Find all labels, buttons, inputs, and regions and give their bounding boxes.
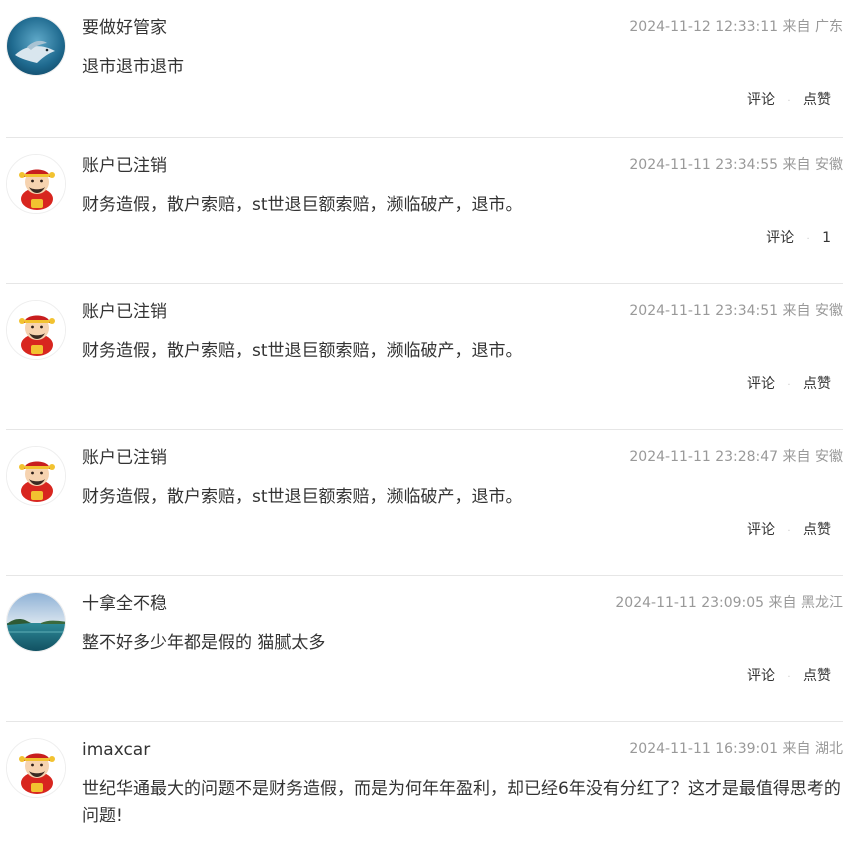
reply-button[interactable]: 评论 xyxy=(747,374,775,394)
avatar[interactable] xyxy=(6,154,66,214)
comment-meta: 2024-11-12 12:33:11 来自 广东 xyxy=(629,17,843,37)
comment-location: 广东 xyxy=(815,19,843,35)
comment-item: 账户已注销 2024-11-11 23:28:47 来自 安徽 财务造假，散户索… xyxy=(6,430,843,576)
ocean-dolphin-avatar-icon xyxy=(7,17,65,75)
comment-item: 账户已注销 2024-11-11 23:34:51 来自 安徽 财务造假，散户索… xyxy=(6,284,843,430)
comment-item: imaxcar 2024-11-11 16:39:01 来自 湖北 世纪华通最大… xyxy=(6,722,843,852)
comment-actions: 评论 · 点赞 xyxy=(747,90,831,112)
comment-meta: 2024-11-11 23:34:55 来自 安徽 xyxy=(629,155,843,175)
reply-button[interactable]: 评论 xyxy=(766,228,794,248)
like-button[interactable]: 点赞 xyxy=(803,374,831,394)
avatar[interactable] xyxy=(6,738,66,798)
avatar[interactable] xyxy=(6,300,66,360)
fortune-god-avatar-icon xyxy=(7,301,65,359)
avatar[interactable] xyxy=(6,16,66,76)
comment-location: 湖北 xyxy=(815,741,843,757)
comment-content: 财务造假，散户索赔，st世退巨额索赔，濒临破产，退市。 xyxy=(82,195,523,215)
action-separator: · xyxy=(787,672,791,683)
like-button[interactable]: 点赞 xyxy=(803,666,831,686)
comment-item: 要做好管家 2024-11-12 12:33:11 来自 广东 退市退市退市 评… xyxy=(6,0,843,138)
comment-location: 安徽 xyxy=(815,303,843,319)
username[interactable]: 账户已注销 xyxy=(82,155,167,177)
location-prefix: 来自 xyxy=(782,157,811,173)
username[interactable]: 十拿全不稳 xyxy=(82,593,167,615)
reply-button[interactable]: 评论 xyxy=(747,90,775,110)
comment-actions: 评论 · 1 xyxy=(766,228,831,250)
comment-time: 2024-11-12 12:33:11 xyxy=(629,19,779,35)
comment-meta: 2024-11-11 23:34:51 来自 安徽 xyxy=(629,301,843,321)
location-prefix: 来自 xyxy=(768,595,797,611)
comment-list: 要做好管家 2024-11-12 12:33:11 来自 广东 退市退市退市 评… xyxy=(0,0,863,852)
comment-location: 黑龙江 xyxy=(801,595,843,611)
comment-actions: 评论 · 点赞 xyxy=(747,520,831,542)
fortune-god-avatar-icon xyxy=(7,447,65,505)
like-button[interactable]: 点赞 xyxy=(803,520,831,540)
username[interactable]: 账户已注销 xyxy=(82,301,167,323)
avatar[interactable] xyxy=(6,446,66,506)
action-separator: · xyxy=(806,234,810,245)
island-landscape-avatar-icon xyxy=(7,593,65,651)
action-separator: · xyxy=(787,380,791,391)
comment-meta: 2024-11-11 16:39:01 来自 湖北 xyxy=(629,739,843,759)
comment-item: 十拿全不稳 2024-11-11 23:09:05 来自 黑龙江 整不好多少年都… xyxy=(6,576,843,722)
comment-content: 世纪华通最大的问题不是财务造假，而是为何年年盈利，却已经6年没有分红了？这才是最… xyxy=(82,779,841,826)
comment-actions: 评论 · 点赞 xyxy=(747,374,831,396)
comment-time: 2024-11-11 23:28:47 xyxy=(629,449,779,465)
comment-content: 财务造假，散户索赔，st世退巨额索赔，濒临破产，退市。 xyxy=(82,341,523,361)
comment-location: 安徽 xyxy=(815,449,843,465)
comment-time: 2024-11-11 23:09:05 xyxy=(615,595,765,611)
fortune-god-avatar-icon xyxy=(7,155,65,213)
comment-location: 安徽 xyxy=(815,157,843,173)
location-prefix: 来自 xyxy=(782,303,811,319)
reply-button[interactable]: 评论 xyxy=(747,666,775,686)
username[interactable]: imaxcar xyxy=(82,739,150,761)
location-prefix: 来自 xyxy=(782,741,811,757)
location-prefix: 来自 xyxy=(782,449,811,465)
comment-content: 财务造假，散户索赔，st世退巨额索赔，濒临破产，退市。 xyxy=(82,487,523,507)
action-separator: · xyxy=(787,96,791,107)
comment-meta: 2024-11-11 23:28:47 来自 安徽 xyxy=(629,447,843,467)
username[interactable]: 账户已注销 xyxy=(82,447,167,469)
like-button[interactable]: 点赞 xyxy=(803,90,831,110)
username[interactable]: 要做好管家 xyxy=(82,17,167,39)
comment-content: 整不好多少年都是假的 猫腻太多 xyxy=(82,633,326,653)
like-count[interactable]: 1 xyxy=(822,228,831,248)
comment-time: 2024-11-11 16:39:01 xyxy=(629,741,779,757)
comment-time: 2024-11-11 23:34:51 xyxy=(629,303,779,319)
comment-actions: 评论 · 点赞 xyxy=(747,666,831,688)
fortune-god-avatar-icon xyxy=(7,739,65,797)
reply-button[interactable]: 评论 xyxy=(747,520,775,540)
comment-content: 退市退市退市 xyxy=(82,57,184,77)
avatar[interactable] xyxy=(6,592,66,652)
location-prefix: 来自 xyxy=(782,19,811,35)
comment-time: 2024-11-11 23:34:55 xyxy=(629,157,779,173)
comment-item: 账户已注销 2024-11-11 23:34:55 来自 安徽 财务造假，散户索… xyxy=(6,138,843,284)
comment-meta: 2024-11-11 23:09:05 来自 黑龙江 xyxy=(615,593,843,613)
action-separator: · xyxy=(787,526,791,537)
